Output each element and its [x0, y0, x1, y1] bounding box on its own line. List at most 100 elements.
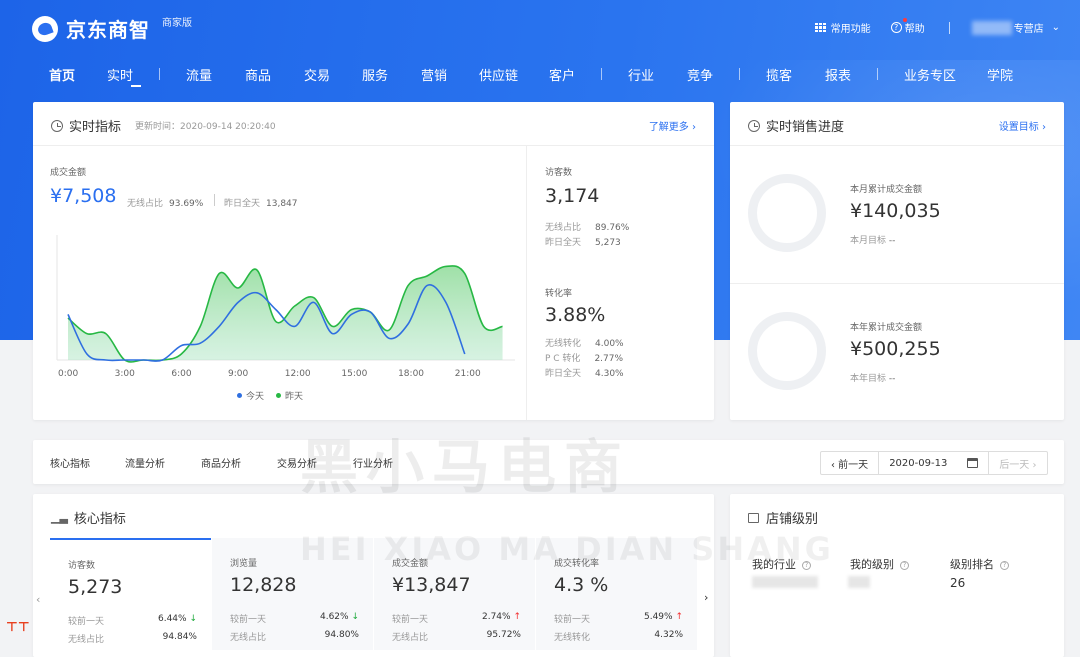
metric-compare: 较前一天 2.74% ↑: [392, 612, 521, 625]
visitors-value: 3,174: [545, 185, 600, 207]
metric-card[interactable]: 浏览量 12,828 较前一天 4.62% ↓ 无线占比 94.80%: [212, 538, 373, 650]
metric-compare: 较前一天 4.62% ↓: [230, 612, 359, 625]
nav-transactions[interactable]: 交易: [304, 65, 330, 84]
metric-ratio: 无线占比 94.84%: [68, 632, 197, 645]
metric-value: 4.3 %: [554, 574, 609, 596]
top-right-tools: 常用功能 ? 帮助 专营店 ⌄: [795, 18, 1060, 35]
nav-divider: [739, 68, 740, 80]
month-label: 本月累计成交金额: [850, 185, 923, 195]
date-field[interactable]: 2020-09-13: [879, 452, 990, 474]
nav-products[interactable]: 商品: [245, 65, 271, 84]
nav-marketing[interactable]: 营销: [421, 65, 447, 84]
series-area-yesterday: [68, 265, 503, 362]
store-level-card: 店铺级别 我的行业? 我的级别? 级别排名? 26: [730, 494, 1064, 657]
scroll-right-arrow[interactable]: ›: [704, 591, 708, 604]
chevron-down-icon[interactable]: ⌄: [1052, 22, 1060, 33]
metric-card[interactable]: 成交金额 ¥13,847 较前一天 2.74% ↑ 无线占比 95.72%: [374, 538, 535, 650]
x-tick-label: 15:00: [341, 369, 368, 379]
floating-tool-icon[interactable]: ⊤⊤: [6, 620, 30, 635]
x-tick-label: 3:00: [114, 369, 135, 379]
nav-supply-chain[interactable]: 供应链: [479, 65, 518, 84]
metric-label: 成交金额: [392, 559, 429, 569]
nav-reports[interactable]: 报表: [825, 65, 851, 84]
metric-ratio: 无线占比 95.72%: [392, 630, 521, 643]
x-tick-label: 12:00: [284, 369, 311, 379]
notification-dot: [902, 18, 907, 22]
year-value: ¥500,255: [850, 338, 941, 360]
gmv-label: 成交金额: [50, 168, 87, 178]
tab-transaction-analysis[interactable]: 交易分析: [277, 455, 317, 470]
nav-industry[interactable]: 行业: [628, 65, 654, 84]
help-icon: ?: [890, 18, 907, 33]
metric-compare: 较前一天 6.44% ↓: [68, 614, 197, 627]
metric-card[interactable]: 成交转化率 4.3 % 较前一天 5.49% ↑ 无线转化 4.32%: [536, 538, 697, 650]
conversion-value: 3.88%: [545, 304, 606, 326]
target-icon: [748, 119, 760, 132]
store-icon: [748, 512, 759, 523]
learn-more-link[interactable]: 了解更多 ›: [649, 118, 696, 133]
date-picker: ‹ 前一天 2020-09-13 后一天 ›: [820, 451, 1048, 475]
nav-service[interactable]: 服务: [362, 65, 388, 84]
nav-divider: [159, 68, 160, 80]
edition-label: 商家版: [162, 18, 192, 29]
gmv-wireless-ratio: 无线占比 93.69%: [127, 199, 204, 209]
common-functions-button[interactable]: 常用功能: [814, 20, 871, 35]
month-target: 本月目标 --: [850, 236, 896, 246]
nav-traffic[interactable]: 流量: [186, 65, 212, 84]
next-day-button: 后一天 ›: [999, 459, 1037, 471]
top-bar: 京东商智 商家版 常用功能 ? 帮助 专营店 ⌄: [0, 0, 1080, 56]
help-button[interactable]: ? 帮助: [890, 18, 925, 35]
nav-business-zone[interactable]: 业务专区: [904, 65, 956, 84]
divider: [730, 283, 1064, 284]
nav-home[interactable]: 首页: [49, 65, 75, 84]
gmv-value: ¥7,508: [50, 185, 117, 207]
scroll-left-arrow[interactable]: ‹: [36, 593, 40, 606]
trend-arrow-icon: ↓: [189, 614, 197, 624]
visitors-wireless: 无线占比 89.76%: [545, 223, 630, 233]
question-icon[interactable]: ?: [900, 560, 909, 570]
legend-yesterday[interactable]: 昨天: [276, 389, 303, 402]
jd-logo-icon: [32, 15, 58, 42]
divider: [214, 194, 215, 206]
x-tick-label: 6:00: [171, 369, 192, 379]
trend-arrow-icon: ↑: [675, 612, 683, 622]
nav-realtime[interactable]: 实时: [107, 65, 133, 84]
metric-ratio: 无线转化 4.32%: [554, 630, 683, 643]
realtime-card-title: 实时指标 更新时间：2020-09-14 20:20:40: [51, 116, 276, 135]
tab-core-metrics[interactable]: 核心指标: [50, 455, 90, 470]
metric-value: ¥13,847: [392, 574, 471, 596]
bar-chart-icon: ▁▃: [51, 511, 68, 524]
store-level-title: 店铺级别: [748, 508, 818, 527]
prev-day-button[interactable]: ‹ 前一天: [821, 452, 880, 474]
rank-value: 26: [950, 576, 966, 590]
tab-product-analysis[interactable]: 商品分析: [201, 455, 241, 470]
update-time: 更新时间：2020-09-14 20:20:40: [135, 122, 276, 132]
sales-progress-title: 实时销售进度: [748, 116, 844, 135]
metric-label: 浏览量: [230, 559, 258, 569]
trend-arrow-icon: ↓: [351, 612, 359, 622]
industry-label: 我的行业?: [752, 556, 811, 572]
question-icon[interactable]: ?: [1000, 560, 1009, 570]
chart-legend: 今天 昨天: [237, 389, 303, 402]
metric-card[interactable]: 访客数 5,273 较前一天 6.44% ↓ 无线占比 94.84%: [50, 538, 211, 650]
x-tick-label: 18:00: [398, 369, 425, 379]
conversion-label: 转化率: [545, 289, 573, 299]
store-name[interactable]: 专营店: [1014, 20, 1044, 35]
level-value-blurred: [848, 576, 870, 588]
conversion-yesterday: 昨日全天 4.30%: [545, 369, 624, 379]
nav-customer-acquisition[interactable]: 揽客: [766, 65, 792, 84]
nav-academy[interactable]: 学院: [987, 65, 1013, 84]
metric-label: 成交转化率: [554, 559, 600, 569]
set-goal-link[interactable]: 设置目标 ›: [999, 118, 1046, 133]
question-icon[interactable]: ?: [802, 560, 811, 570]
metric-value: 12,828: [230, 574, 297, 596]
nav-divider: [877, 68, 878, 80]
tab-industry-analysis[interactable]: 行业分析: [353, 455, 393, 470]
sales-progress-card: 实时销售进度 设置目标 › 本月累计成交金额 ¥140,035 本月目标 -- …: [730, 102, 1064, 420]
nav-customers[interactable]: 客户: [549, 65, 575, 84]
nav-competition[interactable]: 竞争: [687, 65, 713, 84]
brand-logo[interactable]: 京东商智 商家版: [32, 14, 192, 43]
legend-today[interactable]: 今天: [237, 389, 264, 402]
x-tick-label: 21:00: [454, 369, 481, 379]
tab-traffic-analysis[interactable]: 流量分析: [125, 455, 165, 470]
